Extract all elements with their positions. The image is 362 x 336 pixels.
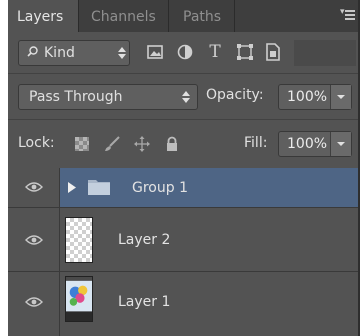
layer-name[interactable]: Layer 2 [118,232,170,248]
expand-triangle-icon[interactable] [68,182,76,193]
eye-icon[interactable] [25,235,43,245]
adjustment-filter-icon[interactable] [174,41,196,63]
updown-arrows-icon [118,47,126,59]
fill-dropdown-button[interactable] [330,132,351,156]
layer-thumbnail[interactable] [65,276,93,322]
shape-filter-icon[interactable] [234,41,256,63]
search-icon [27,46,38,57]
lock-position-icon[interactable] [134,136,150,152]
filter-toggle-area [294,40,356,66]
tab-paths[interactable]: Paths [169,0,235,32]
blend-mode-select[interactable]: Pass Through [18,84,198,110]
layer-row-layer-2[interactable]: Layer 2 [8,208,358,272]
panel-tab-bar: Layers Channels Paths ▾ [8,0,358,32]
updown-arrows-icon [182,91,190,103]
filter-kind-select[interactable]: Kind [18,40,130,66]
layer-name[interactable]: Group 1 [132,180,188,196]
opacity-label: Opacity: [206,87,264,103]
fill-label: Fill: [244,135,268,151]
folder-icon [88,180,110,195]
lock-label: Lock: [18,135,55,151]
layer-thumbnail[interactable] [65,217,93,263]
eye-icon[interactable] [25,182,43,192]
opacity-field[interactable]: 100% [278,84,352,110]
layers-panel: Layers Channels Paths ▾ Kind T Pass Thro… [8,0,360,336]
tab-channels[interactable]: Channels [79,0,169,32]
lock-image-pixels-icon[interactable] [104,136,120,152]
visibility-column [8,168,60,207]
type-filter-icon[interactable]: T [204,41,226,63]
smart-object-filter-icon[interactable] [262,41,284,63]
layer-row-group-1[interactable]: Group 1 [8,168,358,208]
lock-row: Lock: Fill: 100% [8,119,358,169]
visibility-column [8,208,60,271]
visibility-column [8,272,60,336]
blend-mode-value: Pass Through [29,89,123,105]
lock-transparent-pixels-icon[interactable] [74,136,90,152]
image-filter-icon[interactable] [144,41,166,63]
lock-all-icon[interactable] [164,136,180,152]
fill-value: 100% [287,136,328,152]
opacity-value: 100% [287,89,328,105]
opacity-dropdown-button[interactable] [330,85,351,109]
blend-row: Pass Through Opacity: 100% [8,73,358,120]
layer-name[interactable]: Layer 1 [118,294,170,310]
tab-layers[interactable]: Layers [8,0,79,32]
layer-row-layer-1[interactable]: Layer 1 [8,272,358,336]
layer-filter-row: Kind T [8,32,358,73]
eye-icon[interactable] [25,297,43,307]
panel-menu-icon[interactable]: ▾ [340,7,356,22]
filter-kind-label: Kind [44,45,75,61]
fill-field[interactable]: 100% [278,131,352,157]
